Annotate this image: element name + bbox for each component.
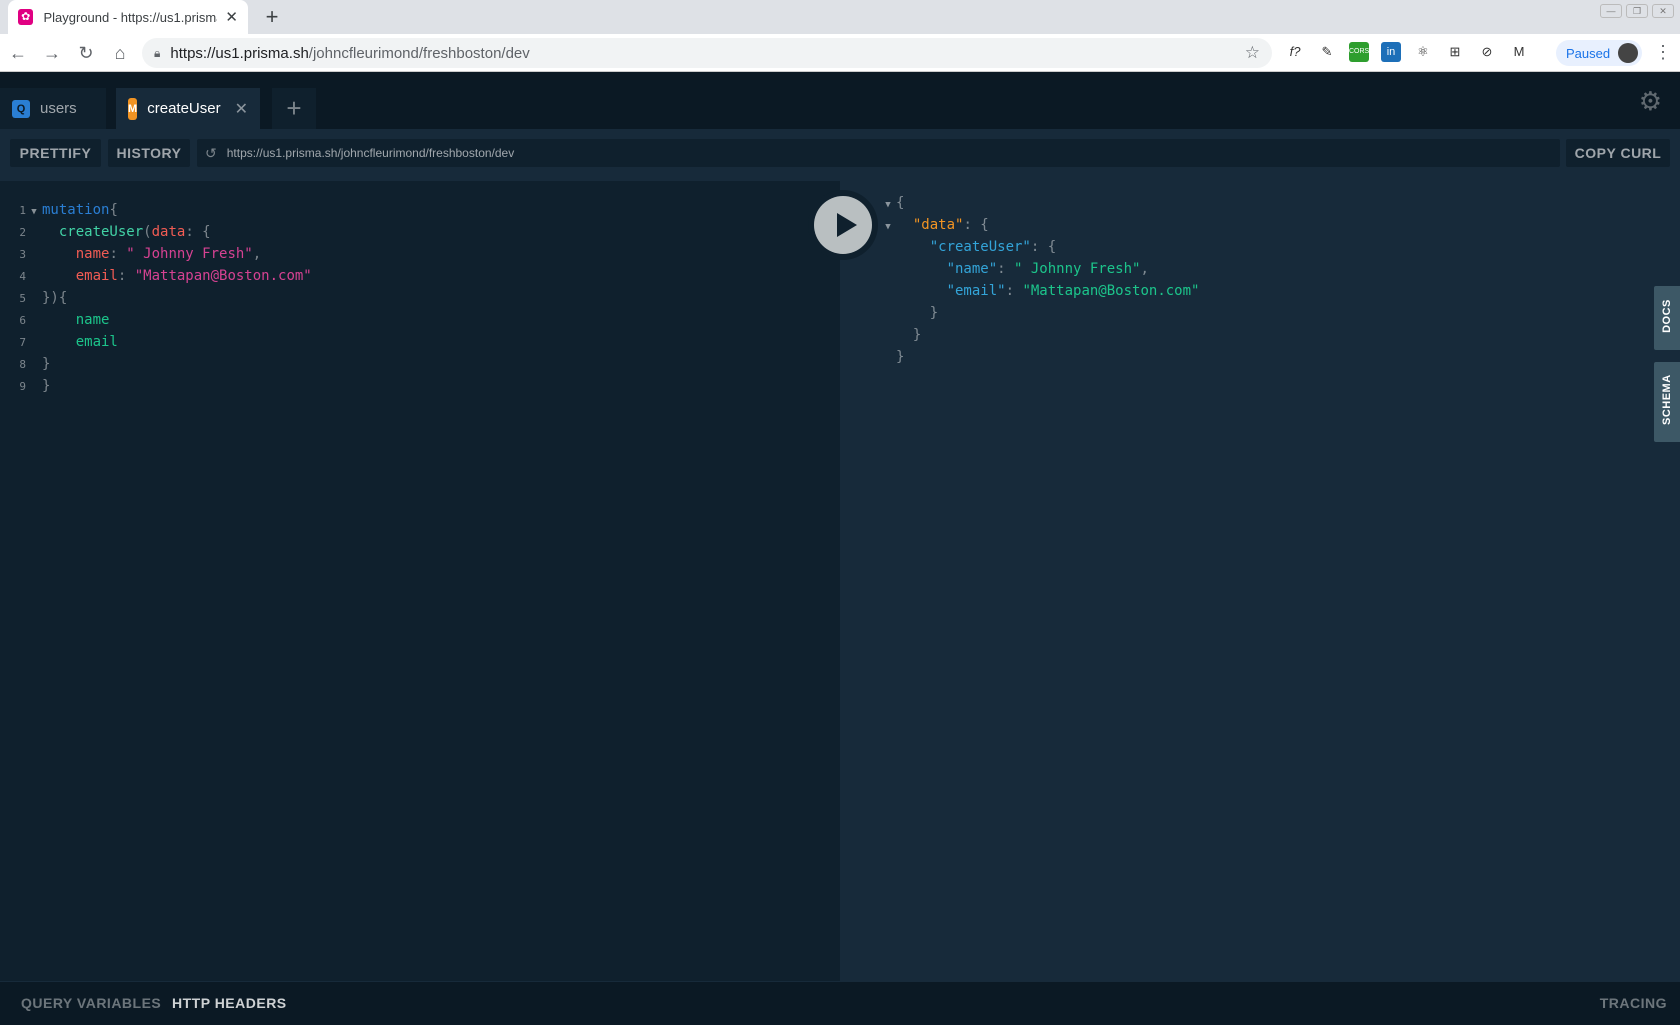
result-line: }	[896, 349, 905, 365]
back-icon[interactable]: ←	[2, 37, 34, 69]
home-icon[interactable]: ⌂	[104, 37, 136, 69]
prisma-favicon-icon: ✿	[18, 9, 34, 25]
settings-gear-icon[interactable]: ⚙	[1639, 86, 1662, 117]
graphql-playground: Q users M createUser ✕ + ⚙ PRETTIFY HIST…	[0, 72, 1680, 1025]
execute-query-button[interactable]	[808, 190, 878, 260]
code-line: 6 name	[19, 312, 110, 328]
extensions-bar: f? ✎ CORS in ⚛ ⊞ ⊘ M	[1285, 42, 1529, 62]
reload-schema-icon[interactable]: ↺	[205, 145, 217, 162]
mutation-badge: M	[128, 97, 138, 120]
result-line: "name": " Johnny Fresh",	[946, 261, 1149, 277]
play-icon	[814, 196, 872, 254]
tab-label: users	[40, 100, 77, 117]
playground-toolbar: PRETTIFY HISTORY ↺ https://us1.prisma.sh…	[0, 129, 1680, 181]
fold-arrow-icon[interactable]: ▼	[880, 194, 896, 216]
minimize-icon[interactable]: —	[1600, 4, 1622, 18]
tracing-tab[interactable]: TRACING	[1600, 995, 1667, 1011]
result-line: "email": "Mattapan@Boston.com"	[946, 283, 1200, 299]
code-line: 4 email: "Mattapan@Boston.com"	[19, 268, 312, 284]
query-editor[interactable]: 1 ▼ mutation{ 2 createUser(data: { 3 name:…	[0, 181, 840, 981]
query-badge: Q	[12, 99, 30, 118]
result-viewer: ▼{ ▼ "data": { "createUser": { "name": "…	[840, 181, 1654, 981]
close-window-icon[interactable]: ✕	[1652, 4, 1674, 18]
tab-label: createUser	[147, 100, 221, 117]
browser-tabstrip: ✿ Playground - https://us1.prisma ✕ + — …	[0, 0, 1680, 34]
restore-icon[interactable]: ❐	[1626, 4, 1648, 18]
code-line: 1 ▼ mutation{	[0, 199, 118, 221]
playground-tabs: Q users M createUser ✕ + ⚙	[0, 72, 1680, 129]
code-line: 5}){	[19, 290, 68, 306]
result-line: ▼ "data": {	[880, 214, 988, 238]
linkedin-extension-icon[interactable]: in	[1381, 42, 1401, 62]
lock-icon: 🔒︎	[154, 45, 161, 60]
browser-tab[interactable]: ✿ Playground - https://us1.prisma ✕	[8, 0, 248, 34]
browser-toolbar: ← → ↻ ⌂ 🔒︎ https://us1.prisma.sh/johncfl…	[0, 34, 1680, 72]
code-line: 2 createUser(data: {	[19, 224, 211, 240]
result-line: }	[912, 327, 922, 343]
react-devtools-icon[interactable]: ⚛	[1413, 42, 1433, 62]
schema-tab[interactable]: SCHEMA	[1654, 362, 1680, 442]
address-url-host: https://us1.prisma.sh	[170, 44, 309, 62]
cors-extension-icon[interactable]: CORS	[1349, 42, 1369, 62]
avatar	[1618, 43, 1639, 63]
fold-arrow-icon[interactable]: ▼	[26, 201, 42, 223]
code-line: 9}	[19, 378, 51, 394]
history-button[interactable]: HISTORY	[108, 139, 190, 167]
window-controls: — ❐ ✕	[1600, 4, 1674, 18]
address-url: https://us1.prisma.sh/johncfleurimond/fr…	[170, 45, 529, 62]
profile-status: Paused	[1566, 45, 1611, 61]
reload-icon[interactable]: ↻	[70, 37, 102, 69]
bookmark-star-icon[interactable]: ☆	[1245, 43, 1260, 63]
prettify-button[interactable]: PRETTIFY	[10, 139, 101, 167]
close-tab-icon[interactable]: ✕	[225, 8, 238, 26]
docs-tab[interactable]: DOCS	[1654, 286, 1680, 350]
browser-tab-title: Playground - https://us1.prisma	[43, 9, 218, 25]
formula-extension-icon[interactable]: f?	[1285, 42, 1305, 62]
endpoint-input[interactable]: ↺ https://us1.prisma.sh/johncfleurimond/…	[197, 139, 1560, 167]
block-extension-icon[interactable]: ⊘	[1477, 42, 1497, 62]
sitemap-extension-icon[interactable]: ⊞	[1445, 42, 1465, 62]
address-bar[interactable]: 🔒︎ https://us1.prisma.sh/johncfleurimond…	[142, 38, 1272, 68]
gmail-extension-icon[interactable]: M	[1509, 42, 1529, 62]
endpoint-url: https://us1.prisma.sh/johncfleurimond/fr…	[226, 146, 515, 160]
bottom-drawer: QUERY VARIABLES HTTP HEADERS TRACING	[0, 982, 1680, 1025]
http-headers-tab[interactable]: HTTP HEADERS	[172, 995, 287, 1011]
eyedropper-extension-icon[interactable]: ✎	[1317, 42, 1337, 62]
close-tab-icon[interactable]: ✕	[235, 99, 248, 119]
result-line: "createUser": {	[929, 239, 1057, 255]
profile-button[interactable]: Paused	[1556, 40, 1642, 66]
code-line: 3 name: " Johnny Fresh",	[19, 246, 262, 262]
add-tab-button[interactable]: +	[272, 88, 316, 129]
fold-arrow-icon[interactable]: ▼	[880, 216, 896, 238]
tab-users[interactable]: Q users	[0, 88, 106, 129]
code-line: 8}	[19, 356, 51, 372]
query-variables-tab[interactable]: QUERY VARIABLES	[21, 995, 161, 1011]
tab-createuser[interactable]: M createUser ✕	[116, 88, 260, 129]
copy-curl-button[interactable]: COPY CURL	[1566, 139, 1670, 167]
address-url-path: /johncfleurimond/freshboston/dev	[308, 44, 530, 62]
browser-menu-icon[interactable]: ⋮	[1654, 42, 1672, 63]
result-line: }	[929, 305, 939, 321]
new-tab-button[interactable]: +	[258, 3, 286, 31]
result-line: ▼{	[880, 192, 904, 214]
code-line: 7 email	[19, 334, 118, 350]
forward-icon[interactable]: →	[36, 37, 68, 69]
